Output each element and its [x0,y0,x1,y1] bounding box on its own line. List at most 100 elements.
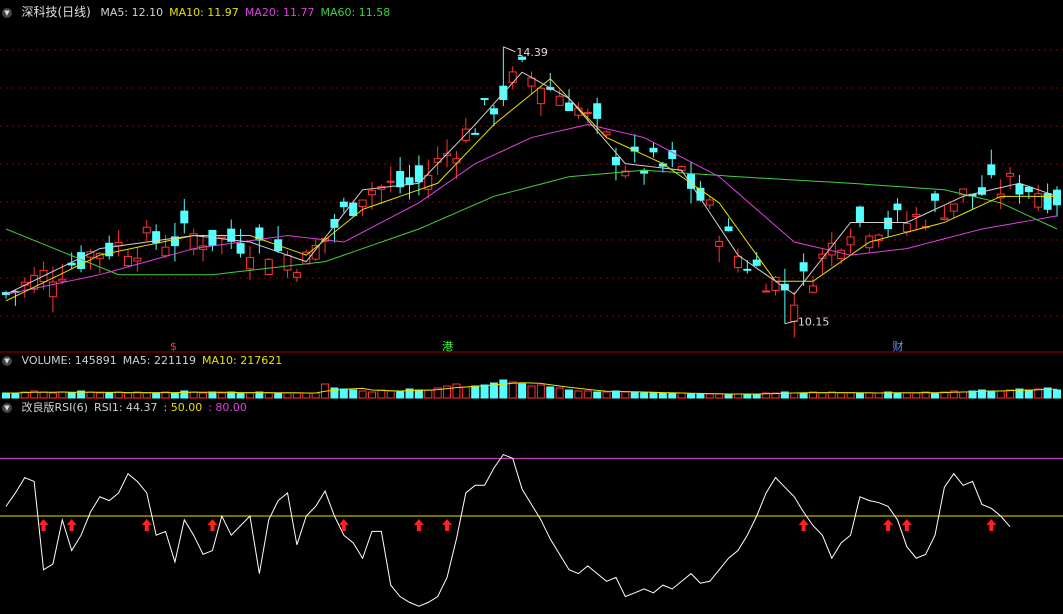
volume-bar [377,389,386,399]
candle-body [133,257,142,262]
volume-bar [311,392,320,399]
buy-arrow-icon [986,519,997,531]
volume-bar [583,390,592,399]
candle-body [217,235,226,239]
candle-body [931,193,940,201]
volume-bar [208,391,217,399]
candle-body [245,257,254,270]
candle-body [1053,189,1061,206]
candle-body [1006,172,1015,177]
volume-bar [546,386,555,399]
volume-bar [48,392,57,399]
buy-arrow-icon [883,519,894,531]
volume-bar [95,392,104,399]
candle-body [367,190,376,196]
volume-bar [959,391,968,399]
vol-legend-values: VOLUME: 145891 MA5: 221119 MA10: 217621 [22,354,289,367]
volume-bar [508,381,517,399]
candle-body [480,98,489,101]
candle-body [536,87,545,105]
candle-body [799,262,808,272]
candle-body [1034,193,1043,208]
volume-bar [386,390,395,399]
ma-label-2: MA20: 11.77 [244,6,315,19]
volume-bar [649,392,658,399]
buy-arrow-icon [207,519,218,531]
candle-body [565,102,574,112]
candle-body [855,206,864,223]
main-legend: ▼ 深科技(日线) MA5: 12.10 MA10: 11.97 MA20: 11.… [2,5,402,20]
volume-bar [987,390,996,399]
volume-bar [11,392,20,399]
volume-bar [358,390,367,399]
buy-arrow-icon [901,519,912,531]
candle-body [724,226,733,232]
volume-bar [123,392,132,399]
volume-bar [424,389,433,399]
rsi-label-1: RSI1: 44.37 [93,401,158,414]
price-annotation: 10.15 [798,316,830,329]
volume-bar [687,393,696,399]
candle-body [809,285,818,293]
candle-body [283,254,292,271]
candle-body [161,246,170,257]
volume-bar [86,391,95,399]
volume-bar [743,393,752,399]
volume-bar [555,387,564,399]
candle-body [555,95,564,106]
collapse-icon[interactable]: ▼ [2,356,12,366]
candle-body [583,112,592,115]
candle-body [489,108,498,115]
volume-bar [170,392,179,399]
volume-bar [931,392,940,399]
volume-bar [658,392,667,399]
volume-bar [602,391,611,399]
buy-arrow-icon [442,519,453,531]
candle-body [396,171,405,188]
candle-body [593,103,602,119]
candle-body [414,165,423,183]
candle-body [405,177,414,185]
volume-bar [574,390,583,399]
volume-bar [452,383,461,399]
candle-body [358,199,367,207]
ma10-line [5,78,1057,302]
volume-bar [912,392,921,399]
collapse-icon[interactable]: ▼ [2,403,12,413]
volume-bar [1053,389,1061,399]
volume-bar [39,391,48,399]
collapse-icon[interactable]: ▼ [2,8,12,18]
volume-bar [142,392,151,399]
volume-bar [2,392,10,399]
volume-bar [565,389,574,399]
volume-bar [302,392,311,399]
candle-body [987,164,996,176]
volume-bar [480,384,489,399]
candle-body [884,217,893,230]
candle-body [180,210,189,224]
rsi-legend-values: 改良版RSI(6) RSI1: 44.37: 50.00: 80.00 [22,401,253,414]
vol-label-2: MA10: 217621 [201,354,283,367]
chart-canvas: 14.39 10.15 $ 港 财 [0,46,1063,607]
volume-bar [414,389,423,399]
candle-body [611,156,620,166]
volume-bar [189,391,198,399]
volume-bar [837,392,846,399]
volume-bar [499,379,508,399]
volume-bar [349,389,358,399]
candle-body [733,255,742,269]
volume-bar [105,392,114,399]
buy-arrow-icon [798,519,809,531]
volume-bar [518,383,527,399]
candle-body [743,268,752,271]
volume-legend: ▼ VOLUME: 145891 MA5: 221119 MA10: 217621 [2,354,294,368]
rsi-label-2: : 50.00 [163,401,203,414]
volume-bar [58,391,67,399]
volume-bar [752,393,761,399]
volume-bar [668,392,677,399]
volume-bar [996,390,1005,399]
volume-bar [527,385,536,399]
volume-bar [855,392,864,399]
candle-body [949,203,958,212]
candle-body [292,272,301,278]
